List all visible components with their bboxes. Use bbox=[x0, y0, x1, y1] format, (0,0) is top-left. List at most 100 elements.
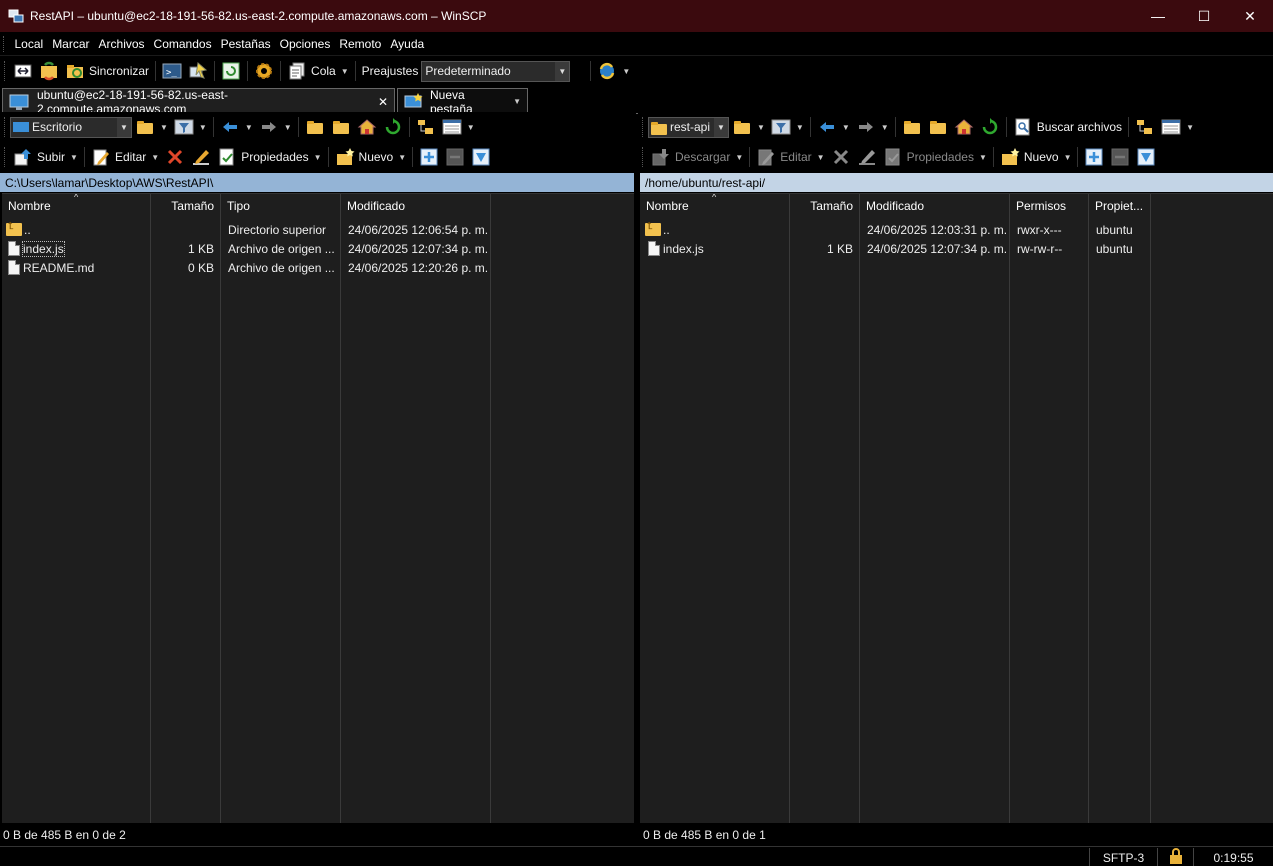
edit-button[interactable]: Editar ▼ bbox=[88, 145, 162, 169]
remote-rename-button[interactable] bbox=[854, 145, 880, 169]
remote-open-directory-button[interactable]: ▼ bbox=[729, 115, 768, 139]
find-files-label: Buscar archivos bbox=[1036, 120, 1123, 134]
toolbar-separator bbox=[327, 147, 329, 167]
parent-directory-button[interactable] bbox=[302, 115, 328, 139]
column-header-permissions[interactable]: Permisos bbox=[1010, 194, 1089, 218]
toolbar-grip[interactable] bbox=[4, 61, 7, 81]
filter-button[interactable]: ▼ bbox=[171, 115, 210, 139]
remote-home-directory-button[interactable] bbox=[951, 115, 977, 139]
toolbar-grip[interactable] bbox=[4, 147, 7, 167]
menu-pestanas[interactable]: Pestañas bbox=[216, 37, 275, 51]
upload-button[interactable]: Subir ▼ bbox=[10, 145, 81, 169]
toolbar-separator bbox=[1077, 147, 1079, 167]
remote-delete-button[interactable] bbox=[828, 145, 854, 169]
remote-path-bar[interactable]: /home/ubuntu/rest-api/ bbox=[640, 173, 1273, 192]
toolbar-grip[interactable] bbox=[4, 117, 7, 137]
list-view-icon bbox=[442, 117, 462, 137]
menu-archivos[interactable]: Archivos bbox=[94, 37, 149, 51]
auto-sync-button[interactable]: ▼ bbox=[594, 59, 633, 83]
preferences-button[interactable] bbox=[251, 59, 277, 83]
local-path-bar[interactable]: C:\Users\lamar\Desktop\AWS\RestAPI\ bbox=[0, 173, 634, 192]
open-terminal-button[interactable]: >_ bbox=[159, 59, 185, 83]
new-tab-icon bbox=[404, 92, 424, 112]
minimize-button[interactable]: — bbox=[1135, 0, 1181, 32]
remote-edit-button[interactable]: Editar ▼ bbox=[753, 145, 827, 169]
toolbar-grip[interactable] bbox=[642, 147, 645, 167]
delete-button[interactable] bbox=[162, 145, 188, 169]
synchronize-browsing-button[interactable] bbox=[36, 59, 62, 83]
remote-unselect-files-button[interactable] bbox=[1107, 145, 1133, 169]
remote-parent-directory-button[interactable] bbox=[899, 115, 925, 139]
column-header-name[interactable]: Nombre ^ bbox=[2, 194, 151, 218]
remote-find-tree-button[interactable] bbox=[1132, 115, 1158, 139]
remote-forward-button[interactable]: ▼ bbox=[853, 115, 892, 139]
menu-ayuda[interactable]: Ayuda bbox=[386, 37, 429, 51]
refresh-session-button[interactable] bbox=[218, 59, 244, 83]
column-header-modified[interactable]: Modificado bbox=[860, 194, 1010, 218]
remote-select-all-button[interactable] bbox=[1133, 145, 1159, 169]
root-directory-button[interactable] bbox=[328, 115, 354, 139]
remote-filter-button[interactable]: ▼ bbox=[768, 115, 807, 139]
protocol-indicator[interactable]: SFTP-3 bbox=[1089, 848, 1157, 866]
new-button[interactable]: Nuevo ▼ bbox=[332, 145, 410, 169]
select-files-button[interactable] bbox=[416, 145, 442, 169]
menu-comandos[interactable]: Comandos bbox=[149, 37, 216, 51]
tab-session[interactable]: ubuntu@ec2-18-191-56-82.us-east-2.comput… bbox=[2, 88, 395, 116]
properties-label: Propiedades bbox=[241, 150, 309, 164]
compare-dirs-button[interactable] bbox=[10, 59, 36, 83]
menu-opciones[interactable]: Opciones bbox=[275, 37, 335, 51]
column-header-name[interactable]: Nombre ^ bbox=[640, 194, 790, 218]
putty-button[interactable] bbox=[185, 59, 211, 83]
synchronize-button[interactable]: Sincronizar bbox=[62, 59, 152, 83]
unselect-files-button[interactable] bbox=[442, 145, 468, 169]
find-tree-button[interactable] bbox=[413, 115, 439, 139]
properties-button[interactable]: Propiedades ▼ bbox=[214, 145, 324, 169]
select-all-button[interactable] bbox=[468, 145, 494, 169]
forward-button[interactable]: ▼ bbox=[256, 115, 295, 139]
home-directory-button[interactable] bbox=[354, 115, 380, 139]
menu-local[interactable]: Local bbox=[10, 37, 48, 51]
local-file-list[interactable]: Nombre ^ Tamaño Tipo Modificado .. Direc… bbox=[2, 193, 634, 823]
open-directory-button[interactable]: ▼ bbox=[132, 115, 171, 139]
tab-new[interactable]: Nueva pestaña ▼ bbox=[397, 88, 528, 116]
menu-remoto[interactable]: Remoto bbox=[335, 37, 386, 51]
remote-new-button[interactable]: Nuevo ▼ bbox=[997, 145, 1075, 169]
home-icon bbox=[357, 117, 377, 137]
transfer-presets-select[interactable]: Predeterminado ▼ bbox=[421, 60, 571, 82]
remote-status: 0 B de 485 B en 0 de 1 bbox=[640, 825, 1273, 845]
refresh-button[interactable] bbox=[380, 115, 406, 139]
encryption-indicator[interactable] bbox=[1157, 848, 1193, 866]
remote-root-directory-button[interactable] bbox=[925, 115, 951, 139]
maximize-button[interactable]: ☐ bbox=[1181, 0, 1227, 32]
compare-icon bbox=[13, 61, 33, 81]
view-mode-button[interactable]: ▼ bbox=[439, 115, 478, 139]
local-location-value: Escritorio bbox=[32, 120, 83, 134]
remote-view-mode-button[interactable]: ▼ bbox=[1158, 115, 1197, 139]
menu-grip[interactable] bbox=[3, 35, 5, 52]
menu-marcar[interactable]: Marcar bbox=[48, 37, 94, 51]
column-header-type[interactable]: Tipo bbox=[221, 194, 341, 218]
chevron-down-icon: ▼ bbox=[398, 152, 407, 162]
column-header-size[interactable]: Tamaño bbox=[790, 194, 860, 218]
remote-file-list[interactable]: Nombre ^ Tamaño Modificado Permisos Prop… bbox=[640, 193, 1273, 823]
column-permissions-label: Permisos bbox=[1016, 199, 1067, 213]
back-button[interactable]: ▼ bbox=[217, 115, 256, 139]
remote-properties-button[interactable]: Propiedades ▼ bbox=[880, 145, 990, 169]
chevron-down-icon: ▼ bbox=[117, 117, 131, 137]
toolbar-grip[interactable] bbox=[642, 117, 645, 137]
remote-location-select[interactable]: rest-api ▼ bbox=[648, 116, 729, 138]
column-header-size[interactable]: Tamaño bbox=[151, 194, 221, 218]
column-header-modified[interactable]: Modificado bbox=[341, 194, 491, 218]
chevron-down-icon: ▼ bbox=[841, 122, 850, 132]
remote-select-files-button[interactable] bbox=[1081, 145, 1107, 169]
remote-refresh-button[interactable] bbox=[977, 115, 1003, 139]
close-icon[interactable]: ✕ bbox=[378, 95, 388, 109]
close-window-button[interactable]: ✕ bbox=[1227, 0, 1273, 32]
column-header-owner[interactable]: Propiet... bbox=[1089, 194, 1151, 218]
download-button[interactable]: Descargar ▼ bbox=[648, 145, 746, 169]
queue-button[interactable]: Cola ▼ bbox=[284, 59, 352, 83]
remote-back-button[interactable]: ▼ bbox=[814, 115, 853, 139]
rename-button[interactable] bbox=[188, 145, 214, 169]
find-files-button[interactable]: Buscar archivos bbox=[1010, 115, 1125, 139]
local-location-select[interactable]: Escritorio ▼ bbox=[10, 116, 132, 138]
